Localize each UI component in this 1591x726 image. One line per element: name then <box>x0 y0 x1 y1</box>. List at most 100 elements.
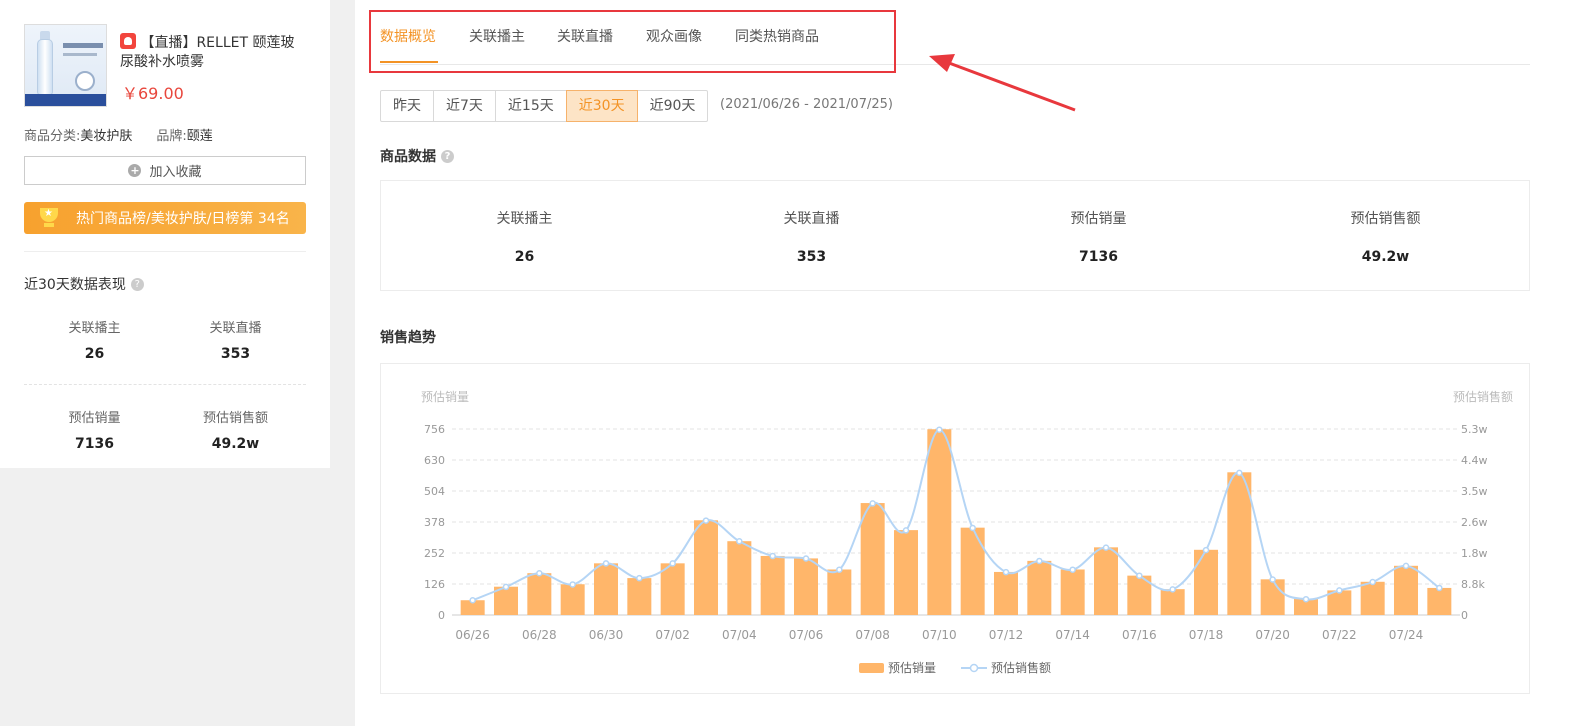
bar <box>594 563 618 615</box>
y-tick-label-right: 2.6w <box>1461 516 1488 529</box>
perf-est-sales: 预估销量 7136 <box>24 407 165 452</box>
legend-label: 预估销售额 <box>991 660 1051 675</box>
brand-value: 颐莲 <box>186 129 213 144</box>
line-point <box>1202 546 1210 554</box>
help-icon[interactable]: ? <box>441 149 454 163</box>
product-title-wrap[interactable]: 【直播】RELLET 颐莲玻尿酸补水喷雾 <box>120 33 305 72</box>
legend-label: 预估销量 <box>888 661 936 675</box>
x-tick-label: 07/16 <box>1122 628 1157 642</box>
y-tick-label-right: 0 <box>1461 609 1468 622</box>
line-point <box>1402 562 1410 570</box>
line-point <box>1336 587 1343 594</box>
x-tick-label: 07/04 <box>722 628 757 642</box>
y-tick-label-right: 1.8w <box>1461 547 1488 560</box>
perf-value: 26 <box>84 346 105 362</box>
perf-label: 关联直播 <box>209 321 262 336</box>
x-tick-label: 07/14 <box>1055 628 1090 642</box>
sales-trend-chart[interactable]: 预估销量 预估销售额 0 0 126 8.8k 252 1.8w 378 2.6w 504 3.5w 6… <box>380 363 1530 694</box>
y-tick-label-left: 756 <box>424 423 445 436</box>
range-7days[interactable]: 近7天 <box>433 90 496 122</box>
bar <box>827 569 852 615</box>
perf-label: 关联播主 <box>68 321 121 336</box>
bar <box>860 503 885 615</box>
bar <box>894 530 918 615</box>
y-axis-right-title: 预估销售额 <box>1453 389 1513 404</box>
bar <box>927 429 952 615</box>
line-point <box>469 597 476 604</box>
range-30days[interactable]: 近30天 <box>565 90 638 122</box>
line-point <box>869 500 876 507</box>
bar <box>727 541 752 615</box>
stat-value: 7136 <box>1079 249 1118 265</box>
bar <box>994 571 1018 615</box>
line-point <box>936 426 943 433</box>
category-value: 美妆护肤 <box>80 129 133 144</box>
range-yesterday[interactable]: 昨天 <box>380 90 434 122</box>
perf-label: 预估销售额 <box>202 411 268 426</box>
sales-trend-title: 销售趋势 <box>380 330 436 346</box>
x-tick-label: 07/08 <box>855 628 890 642</box>
stat-value: 49.2w <box>1361 249 1410 265</box>
dashed-divider <box>24 384 306 385</box>
line-point <box>1302 595 1310 603</box>
x-tick-label: 06/28 <box>522 628 557 642</box>
product-title[interactable]: 【直播】RELLET 颐莲玻尿酸补水喷雾 <box>120 35 294 70</box>
x-tick-label: 07/20 <box>1255 628 1290 642</box>
legend-line-marker <box>969 663 979 673</box>
stat-value: 353 <box>796 249 827 265</box>
line-point <box>1102 544 1110 551</box>
live-badge-icon <box>120 33 136 49</box>
performance-title: 近30天数据表现 ? <box>24 274 306 294</box>
product-price: ￥69.00 <box>122 84 184 103</box>
performance-grid: 关联播主 26 关联直播 353 预估销量 7136 预估销售额 49.2w <box>24 317 306 452</box>
add-favorite-button[interactable]: + 加入收藏 <box>24 156 306 185</box>
stat-related-hosts: 关联播主 26 <box>381 181 668 290</box>
y-tick-label-left: 252 <box>424 547 445 560</box>
perf-value: 353 <box>220 346 251 362</box>
rank-banner[interactable]: ★ 热门商品榜/美妆护肤/日榜第 34名 <box>24 202 306 234</box>
bar <box>527 573 552 615</box>
bar <box>694 520 718 615</box>
line-point <box>902 527 910 534</box>
line-point <box>802 555 810 562</box>
highlight-annotation-box <box>369 10 896 73</box>
line-point <box>1069 566 1076 573</box>
x-tick-label: 07/10 <box>922 628 957 642</box>
line-point <box>1036 557 1043 565</box>
x-tick-label: 06/30 <box>589 628 624 642</box>
bar <box>1094 547 1118 615</box>
bar <box>960 527 985 615</box>
bar <box>1360 581 1385 615</box>
product-image[interactable] <box>24 24 107 107</box>
line-point <box>1002 568 1010 576</box>
y-tick-label-left: 630 <box>424 454 445 467</box>
trophy-icon: ★ <box>38 207 60 229</box>
bar <box>1194 549 1218 615</box>
y-axis-left-title: 预估销量 <box>421 390 469 404</box>
stat-label: 关联直播 <box>783 211 840 227</box>
line-point <box>669 560 676 567</box>
line-point <box>1436 584 1443 592</box>
product-meta: 商品分类:美妆护肤 品牌:颐莲 <box>24 125 306 144</box>
line-point <box>702 517 710 524</box>
rank-text: 热门商品榜/美妆护肤/日榜第 34名 <box>76 211 290 227</box>
range-90days[interactable]: 近90天 <box>636 90 709 122</box>
bar <box>1060 569 1085 615</box>
annotation-arrow-icon <box>929 54 1076 112</box>
help-icon[interactable]: ? <box>130 277 144 291</box>
line-point <box>736 538 743 545</box>
product-header: 【直播】RELLET 颐莲玻尿酸补水喷雾 ￥69.00 <box>24 24 306 107</box>
add-favorite-label: 加入收藏 <box>149 165 202 180</box>
x-tick-label: 07/12 <box>989 628 1024 642</box>
product-data-title-text: 商品数据 <box>380 149 436 165</box>
perf-related-hosts: 关联播主 26 <box>24 317 165 362</box>
line-point <box>602 560 610 567</box>
x-tick-label: 06/26 <box>455 628 490 642</box>
range-15days[interactable]: 近15天 <box>494 90 567 122</box>
sales-trend-svg[interactable]: 预估销量 预估销售额0 0126 8.8k252 1.8w378 2.6w504 3.5w6… <box>381 364 1531 695</box>
line-point <box>636 574 643 582</box>
stat-label: 预估销售额 <box>1350 211 1421 227</box>
line-point <box>969 524 976 532</box>
stat-label: 关联播主 <box>496 211 553 227</box>
line-point <box>1136 572 1143 579</box>
